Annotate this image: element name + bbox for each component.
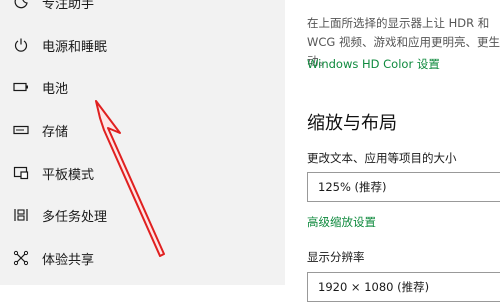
resolution-label: 显示分辨率 (307, 250, 365, 264)
hd-color-settings-link[interactable]: Windows HD Color 设置 (307, 56, 440, 72)
text-size-value: 125% (推荐) (318, 180, 387, 194)
text-size-label: 更改文本、应用等项目的大小 (307, 151, 457, 165)
red-arrow-annotation (95, 100, 165, 257)
advanced-scaling-link[interactable]: 高级缩放设置 (307, 214, 376, 230)
resolution-value: 1920 × 1080 (推荐) (318, 280, 430, 294)
text-size-dropdown[interactable]: 125% (推荐) (307, 172, 500, 202)
display-settings-panel: 在上面所选择的显示器上让 HDR 和 WCG 视频、游戏和应用更明亮、更生动。 … (285, 0, 500, 302)
resolution-dropdown[interactable]: 1920 × 1080 (推荐) (307, 272, 500, 302)
scale-layout-title: 缩放与布局 (307, 113, 397, 134)
settings-sidebar: 专注助手 电源和睡眠 电池 存储 平板模式 多任务处理 体验共享 (0, 0, 285, 285)
